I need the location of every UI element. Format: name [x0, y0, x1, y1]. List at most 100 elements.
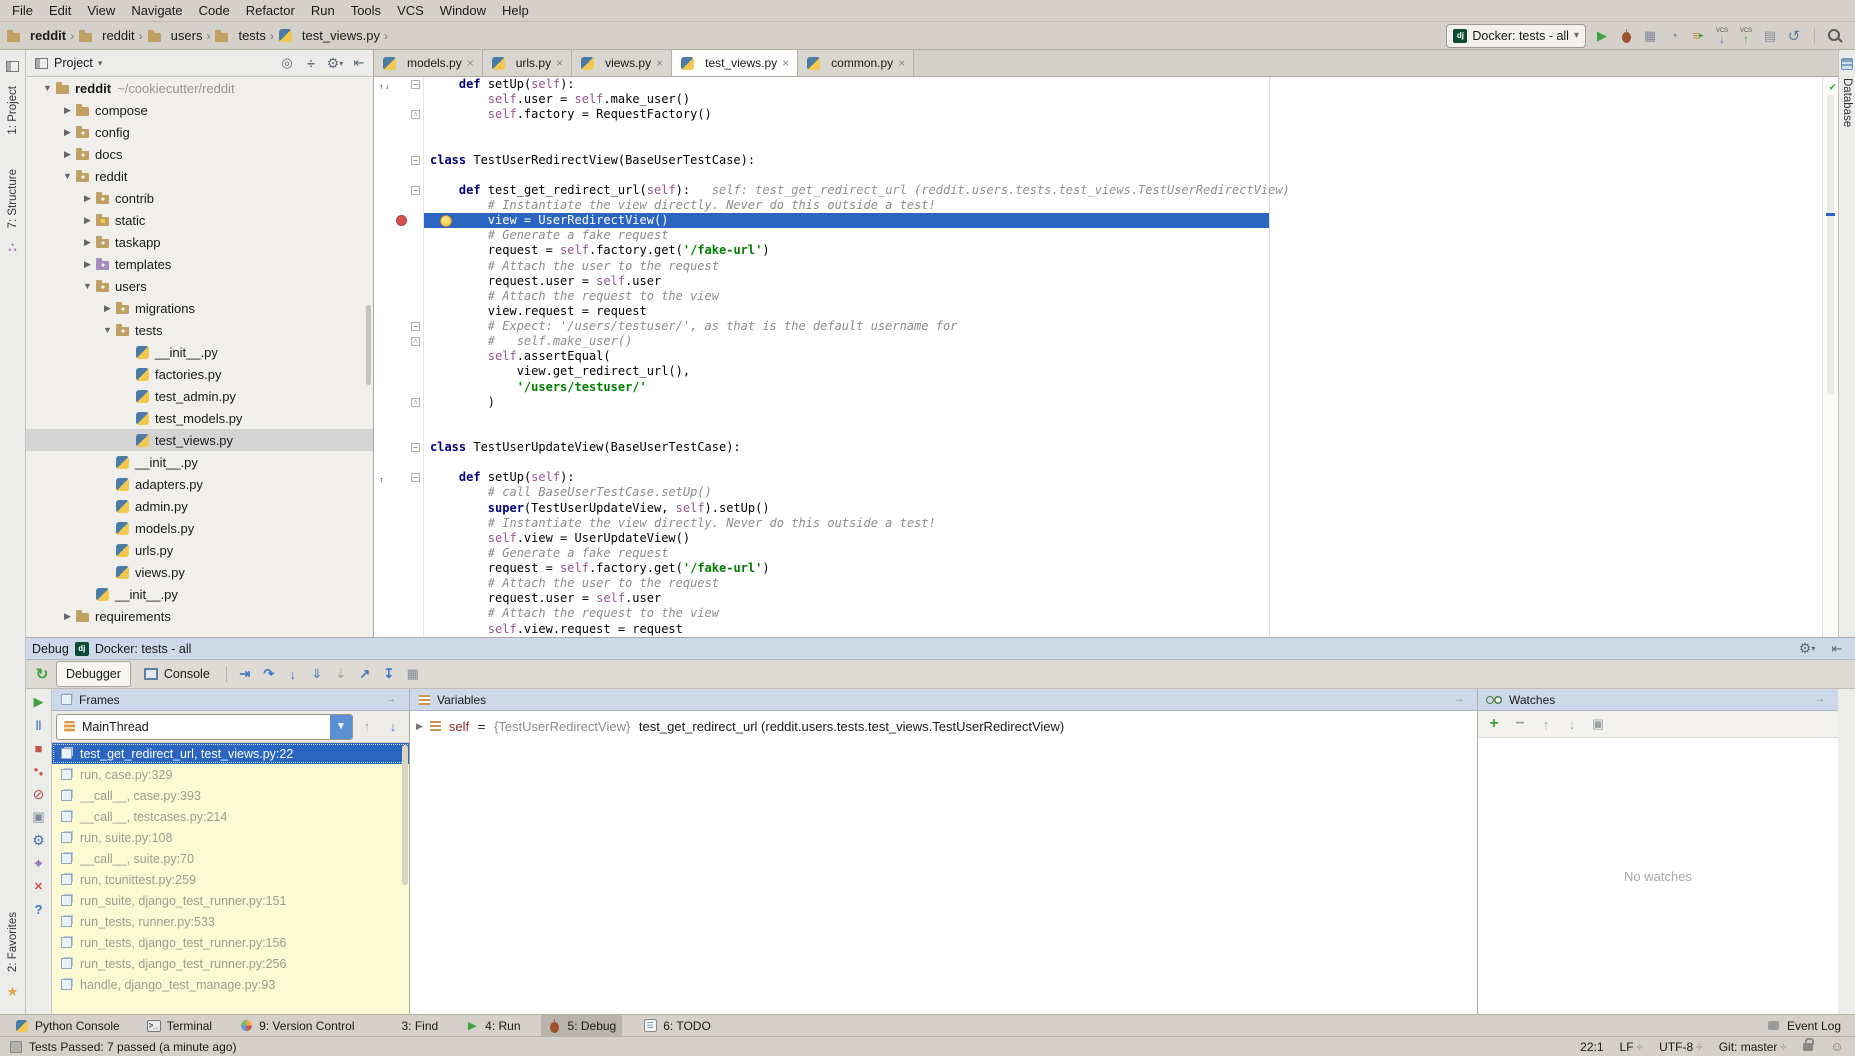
mute-breakpoints-icon[interactable]: [27, 785, 51, 803]
help-icon[interactable]: [27, 900, 51, 918]
inspections-ok-icon[interactable]: [1829, 79, 1836, 93]
caret-position-widget[interactable]: 22:1: [1580, 1040, 1603, 1054]
fold-open-icon[interactable]: −: [411, 156, 420, 165]
breadcrumb-item[interactable]: reddit: [78, 28, 135, 43]
tree-item-taskapp[interactable]: ▶taskapp: [26, 231, 373, 253]
editor-gutter[interactable]: [374, 228, 424, 243]
resume-icon[interactable]: [27, 693, 51, 711]
tree-item--init-py[interactable]: __init__.py: [26, 583, 373, 605]
tree-item-requirements[interactable]: ▶requirements: [26, 605, 373, 627]
encoding-widget[interactable]: UTF-8: [1659, 1040, 1703, 1054]
tool-window-button-favorites[interactable]: 2: Favorites: [7, 912, 19, 972]
tree-collapsed-arrow-icon[interactable]: ▶: [60, 149, 75, 160]
tool-window-button-structure[interactable]: 7: Structure: [7, 169, 19, 228]
tree-item-models-py[interactable]: models.py: [26, 517, 373, 539]
frame-up-icon[interactable]: [355, 717, 379, 737]
variable-row[interactable]: ▶ self = {TestUserRedirectView} test_get…: [410, 711, 1477, 741]
menu-navigate[interactable]: Navigate: [123, 1, 190, 20]
rerun-icon[interactable]: [30, 664, 54, 684]
editor-tab-common-py[interactable]: common.py×: [798, 50, 914, 76]
close-tab-icon[interactable]: ×: [467, 56, 474, 70]
restore-layout-icon[interactable]: [27, 808, 51, 826]
tree-item-test-models-py[interactable]: test_models.py: [26, 407, 373, 429]
stack-frame-row[interactable]: __call__, testcases.py:214: [52, 806, 409, 827]
vcs-update-icon[interactable]: [1710, 26, 1734, 46]
breadcrumb-item[interactable]: users: [147, 28, 203, 43]
editor-gutter[interactable]: [374, 122, 424, 137]
stack-frame-row[interactable]: __call__, suite.py:70: [52, 848, 409, 869]
lock-icon[interactable]: [1803, 1043, 1813, 1051]
fold-open-icon[interactable]: −: [411, 80, 420, 89]
editor-scrollbar[interactable]: [1827, 95, 1834, 395]
revert-icon[interactable]: [1782, 26, 1806, 46]
close-icon[interactable]: [27, 877, 51, 895]
execution-point-marker[interactable]: [1826, 213, 1835, 216]
favorites-star-icon[interactable]: [1, 982, 25, 1002]
fold-open-icon[interactable]: −: [411, 186, 420, 195]
editor-gutter[interactable]: [374, 168, 424, 183]
stack-frame-row[interactable]: run, suite.py:108: [52, 827, 409, 848]
coverage-icon[interactable]: [1638, 26, 1662, 46]
float-icon[interactable]: [379, 690, 403, 710]
tree-collapsed-arrow-icon[interactable]: ▶: [100, 303, 115, 314]
fold-open-icon[interactable]: −: [411, 473, 420, 482]
recent-changes-icon[interactable]: [1758, 26, 1782, 46]
editor-gutter[interactable]: [374, 591, 424, 606]
tree-item-tests[interactable]: ▼tests: [26, 319, 373, 341]
hide-panel-icon[interactable]: [347, 53, 371, 73]
editor-gutter[interactable]: ↑−: [374, 470, 424, 485]
run-configuration-select[interactable]: dj Docker: tests - all ▾: [1446, 24, 1586, 48]
editor-gutter[interactable]: [374, 198, 424, 213]
locate-icon[interactable]: [275, 53, 299, 73]
tree-collapsed-arrow-icon[interactable]: ▶: [60, 105, 75, 116]
settings-icon[interactable]: [323, 53, 347, 73]
copy-icon[interactable]: [1586, 714, 1610, 734]
tool-window-button-python-console[interactable]: Python Console: [8, 1015, 126, 1037]
close-tab-icon[interactable]: ×: [898, 56, 905, 70]
float-icon[interactable]: [1447, 690, 1471, 710]
tree-collapsed-arrow-icon[interactable]: ▶: [60, 611, 75, 622]
tree-item-views-py[interactable]: views.py: [26, 561, 373, 583]
hector-icon[interactable]: [1829, 1037, 1845, 1056]
expand-arrow-icon[interactable]: ▶: [416, 721, 423, 732]
close-tab-icon[interactable]: ×: [656, 56, 663, 70]
chevron-down-icon[interactable]: ▼: [330, 715, 352, 739]
pause-icon[interactable]: [27, 716, 51, 734]
debug-icon[interactable]: [1614, 26, 1638, 46]
frames-scrollbar[interactable]: [402, 745, 408, 885]
breakpoint-icon[interactable]: [396, 215, 407, 226]
collapse-all-icon[interactable]: [299, 53, 323, 73]
menu-edit[interactable]: Edit: [41, 1, 79, 20]
stack-frame-row[interactable]: __call__, case.py:393: [52, 785, 409, 806]
profiler-icon[interactable]: [1662, 26, 1686, 46]
tree-item-factories-py[interactable]: factories.py: [26, 363, 373, 385]
editor-gutter[interactable]: [374, 455, 424, 470]
tree-item-test-views-py[interactable]: test_views.py: [26, 429, 373, 451]
search-icon[interactable]: [1823, 26, 1847, 46]
tree-item-static[interactable]: ▶static: [26, 209, 373, 231]
tree-collapsed-arrow-icon[interactable]: ▶: [60, 127, 75, 138]
menu-file[interactable]: File: [4, 1, 41, 20]
stack-frame-row[interactable]: run, case.py:329: [52, 764, 409, 785]
smart-step-into-icon[interactable]: [329, 664, 353, 684]
editor-gutter[interactable]: [374, 485, 424, 500]
stack-frame-row[interactable]: test_get_redirect_url, test_views.py:22: [52, 743, 409, 764]
breadcrumb-item[interactable]: reddit: [6, 28, 66, 43]
tree-collapsed-arrow-icon[interactable]: ▶: [80, 215, 95, 226]
editor-gutter[interactable]: [374, 546, 424, 561]
tree-item-reddit[interactable]: ▼reddit~/cookiecutter/reddit: [26, 77, 373, 99]
project-tab-icon[interactable]: [1, 56, 25, 76]
project-view-select[interactable]: Project▾: [54, 56, 271, 70]
stop-icon[interactable]: [27, 739, 51, 757]
tree-item--init-py[interactable]: __init__.py: [26, 341, 373, 363]
move-down-icon[interactable]: [1560, 714, 1584, 734]
tool-window-button-terminal[interactable]: Terminal: [140, 1015, 218, 1037]
hierarchy-icon[interactable]: [1, 238, 25, 258]
tree-item-admin-py[interactable]: admin.py: [26, 495, 373, 517]
editor-gutter[interactable]: [374, 516, 424, 531]
tool-window-button-database[interactable]: Database: [1841, 78, 1853, 127]
tree-expanded-arrow-icon[interactable]: ▼: [80, 281, 95, 291]
tool-window-button-event-log[interactable]: Event Log: [1760, 1015, 1847, 1037]
editor-gutter[interactable]: ˄: [374, 395, 424, 410]
evaluate-expression-icon[interactable]: [401, 664, 425, 684]
